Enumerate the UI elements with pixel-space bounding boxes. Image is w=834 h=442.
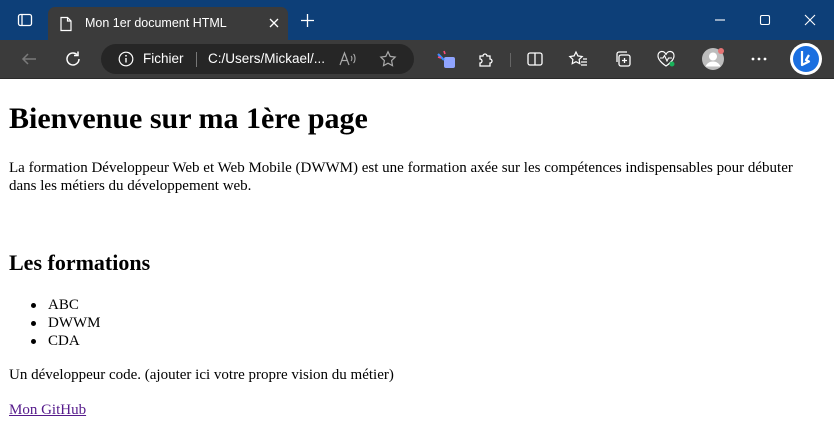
address-url[interactable]: C:/Users/Mickael/... — [208, 51, 325, 66]
list-item: CDA — [30, 332, 101, 350]
extension-icon[interactable] — [431, 44, 461, 74]
github-link[interactable]: Mon GitHub — [9, 402, 86, 419]
browser-tab[interactable]: Mon 1er document HTML — [48, 7, 288, 40]
puzzle-icon[interactable] — [471, 44, 501, 74]
list-item: DWWM — [30, 314, 101, 332]
address-scheme-label: Fichier — [143, 51, 184, 66]
profile-avatar[interactable] — [698, 44, 728, 74]
tab-actions-icon[interactable] — [10, 0, 40, 40]
back-icon[interactable] — [14, 44, 44, 74]
browser-toolbar: Fichier C:/Users/Mickael/... — [0, 40, 834, 79]
page-heading: Bienvenue sur ma 1ère page — [9, 102, 368, 135]
refresh-icon[interactable] — [58, 44, 88, 74]
list-item: ABC — [30, 296, 101, 314]
window-close-icon[interactable] — [790, 0, 830, 40]
copilot-icon[interactable] — [788, 41, 824, 77]
close-icon[interactable] — [266, 15, 282, 31]
formations-list: ABC DWWM CDA — [30, 296, 101, 350]
favorite-star-icon[interactable] — [379, 50, 397, 72]
maximize-icon[interactable] — [745, 0, 785, 40]
toolbar-divider — [510, 53, 511, 67]
split-screen-icon[interactable] — [520, 44, 550, 74]
more-icon[interactable] — [744, 44, 774, 74]
intro-paragraph: La formation Développeur Web et Web Mobi… — [9, 160, 793, 194]
page-content: Bienvenue sur ma 1ère page La formation … — [0, 80, 834, 442]
formations-heading: Les formations — [9, 250, 151, 275]
new-tab-icon[interactable] — [292, 0, 322, 40]
favorites-icon[interactable] — [563, 44, 593, 74]
vision-paragraph: Un développeur code. (ajouter ici votre … — [9, 367, 394, 383]
page-icon — [59, 16, 73, 36]
browser-titlebar: Mon 1er document HTML — [0, 0, 834, 40]
minimize-icon[interactable] — [700, 0, 740, 40]
collections-icon[interactable] — [608, 44, 638, 74]
tab-title: Mon 1er document HTML — [85, 16, 227, 30]
performance-icon[interactable] — [651, 44, 681, 74]
address-separator — [196, 52, 197, 67]
info-icon[interactable] — [118, 51, 134, 71]
read-aloud-icon[interactable] — [339, 51, 357, 71]
address-bar[interactable]: Fichier C:/Users/Mickael/... — [101, 44, 414, 74]
